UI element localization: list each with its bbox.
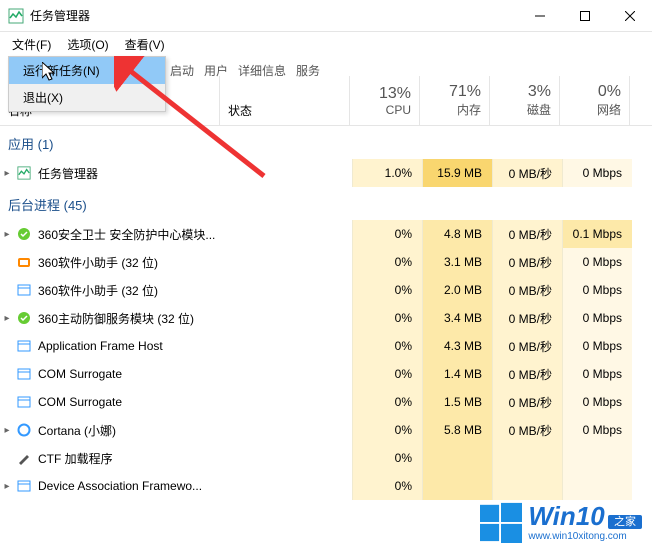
process-list: 应用 (1) ▸ 任务管理器 1.0% 15.9 MB 0 MB/秒 0 Mbp… — [0, 126, 652, 500]
table-row[interactable]: COM Surrogate 0% 1.4 MB 0 MB/秒 0 Mbps — [0, 360, 652, 388]
table-row[interactable]: COM Surrogate 0% 1.5 MB 0 MB/秒 0 Mbps — [0, 388, 652, 416]
col-cpu[interactable]: 13%CPU — [350, 76, 420, 125]
menu-options[interactable]: 选项(O) — [59, 33, 116, 56]
process-name: 360软件小助手 (32 位) — [38, 254, 158, 271]
window-blue-icon — [16, 282, 32, 298]
net-cell: 0 Mbps — [562, 159, 632, 187]
titlebar: 任务管理器 — [0, 0, 652, 32]
process-name: CTF 加载程序 — [38, 450, 113, 467]
chevron-right-icon[interactable]: ▸ — [0, 313, 14, 324]
chevron-right-icon[interactable]: ▸ — [0, 229, 14, 240]
maximize-button[interactable] — [562, 0, 607, 32]
table-row[interactable]: CTF 加载程序 0% — [0, 444, 652, 472]
col-status[interactable]: 状态 — [220, 76, 350, 125]
task-manager-icon — [16, 165, 32, 181]
cpu-cell: 1.0% — [352, 159, 422, 187]
col-memory[interactable]: 71%内存 — [420, 76, 490, 125]
tab-services[interactable]: 服务 — [296, 62, 320, 79]
shield-green-icon — [16, 310, 32, 326]
process-name: Cortana (小娜) — [38, 422, 116, 439]
table-row[interactable]: ▸ Cortana (小娜) 0% 5.8 MB 0 MB/秒 0 Mbps — [0, 416, 652, 444]
process-name: 360软件小助手 (32 位) — [38, 282, 158, 299]
tab-users[interactable]: 用户 — [204, 62, 228, 79]
tabs-partial: 启动 用户 详细信息 服务 — [170, 62, 320, 79]
col-network[interactable]: 0%网络 — [560, 76, 630, 125]
table-row[interactable]: Application Frame Host 0% 4.3 MB 0 MB/秒 … — [0, 332, 652, 360]
chevron-right-icon[interactable]: ▸ — [0, 481, 14, 492]
app-icon — [16, 338, 32, 354]
app-icon — [16, 366, 32, 382]
process-name: COM Surrogate — [38, 367, 122, 381]
box-orange-icon — [16, 254, 32, 270]
process-name: 360安全卫士 安全防护中心模块... — [38, 226, 215, 243]
process-name: 任务管理器 — [38, 165, 98, 182]
table-row[interactable]: ▸ 360安全卫士 安全防护中心模块... 0% 4.8 MB 0 MB/秒 0… — [0, 220, 652, 248]
windows-logo-icon — [480, 501, 522, 543]
pen-icon — [16, 450, 32, 466]
file-dropdown: 运行新任务(N) 退出(X) — [8, 56, 166, 112]
chevron-right-icon[interactable]: ▸ — [0, 425, 14, 436]
menu-view[interactable]: 查看(V) — [117, 33, 173, 56]
shield-green-icon — [16, 226, 32, 242]
task-manager-icon — [8, 8, 24, 24]
menu-run-new-task[interactable]: 运行新任务(N) — [9, 57, 165, 84]
minimize-button[interactable] — [517, 0, 562, 32]
window-title: 任务管理器 — [30, 7, 517, 24]
cortana-icon — [16, 422, 32, 438]
menubar: 文件(F) 选项(O) 查看(V) — [0, 32, 652, 56]
group-apps: 应用 (1) — [0, 126, 652, 159]
process-name: Application Frame Host — [38, 339, 163, 353]
process-name: COM Surrogate — [38, 395, 122, 409]
process-name: Device Association Framewo... — [38, 479, 202, 493]
disk-cell: 0 MB/秒 — [492, 159, 562, 187]
table-row[interactable]: ▸ 360主动防御服务模块 (32 位) 0% 3.4 MB 0 MB/秒 0 … — [0, 304, 652, 332]
group-background: 后台进程 (45) — [0, 187, 652, 220]
col-disk[interactable]: 3%磁盘 — [490, 76, 560, 125]
table-row[interactable]: ▸ 任务管理器 1.0% 15.9 MB 0 MB/秒 0 Mbps — [0, 159, 652, 187]
table-row[interactable]: 360软件小助手 (32 位) 0% 3.1 MB 0 MB/秒 0 Mbps — [0, 248, 652, 276]
mem-cell: 15.9 MB — [422, 159, 492, 187]
app-icon — [16, 478, 32, 494]
app-icon — [16, 394, 32, 410]
table-row[interactable]: ▸ Device Association Framewo... 0% — [0, 472, 652, 500]
tab-startup[interactable]: 启动 — [170, 62, 194, 79]
menu-file[interactable]: 文件(F) — [4, 33, 59, 56]
menu-exit[interactable]: 退出(X) — [9, 84, 165, 111]
tab-details[interactable]: 详细信息 — [238, 62, 286, 79]
table-row[interactable]: 360软件小助手 (32 位) 0% 2.0 MB 0 MB/秒 0 Mbps — [0, 276, 652, 304]
chevron-right-icon[interactable]: ▸ — [0, 168, 14, 179]
process-name: 360主动防御服务模块 (32 位) — [38, 310, 194, 327]
watermark: Win10 之家 www.win10xitong.com — [480, 501, 642, 543]
close-button[interactable] — [607, 0, 652, 32]
